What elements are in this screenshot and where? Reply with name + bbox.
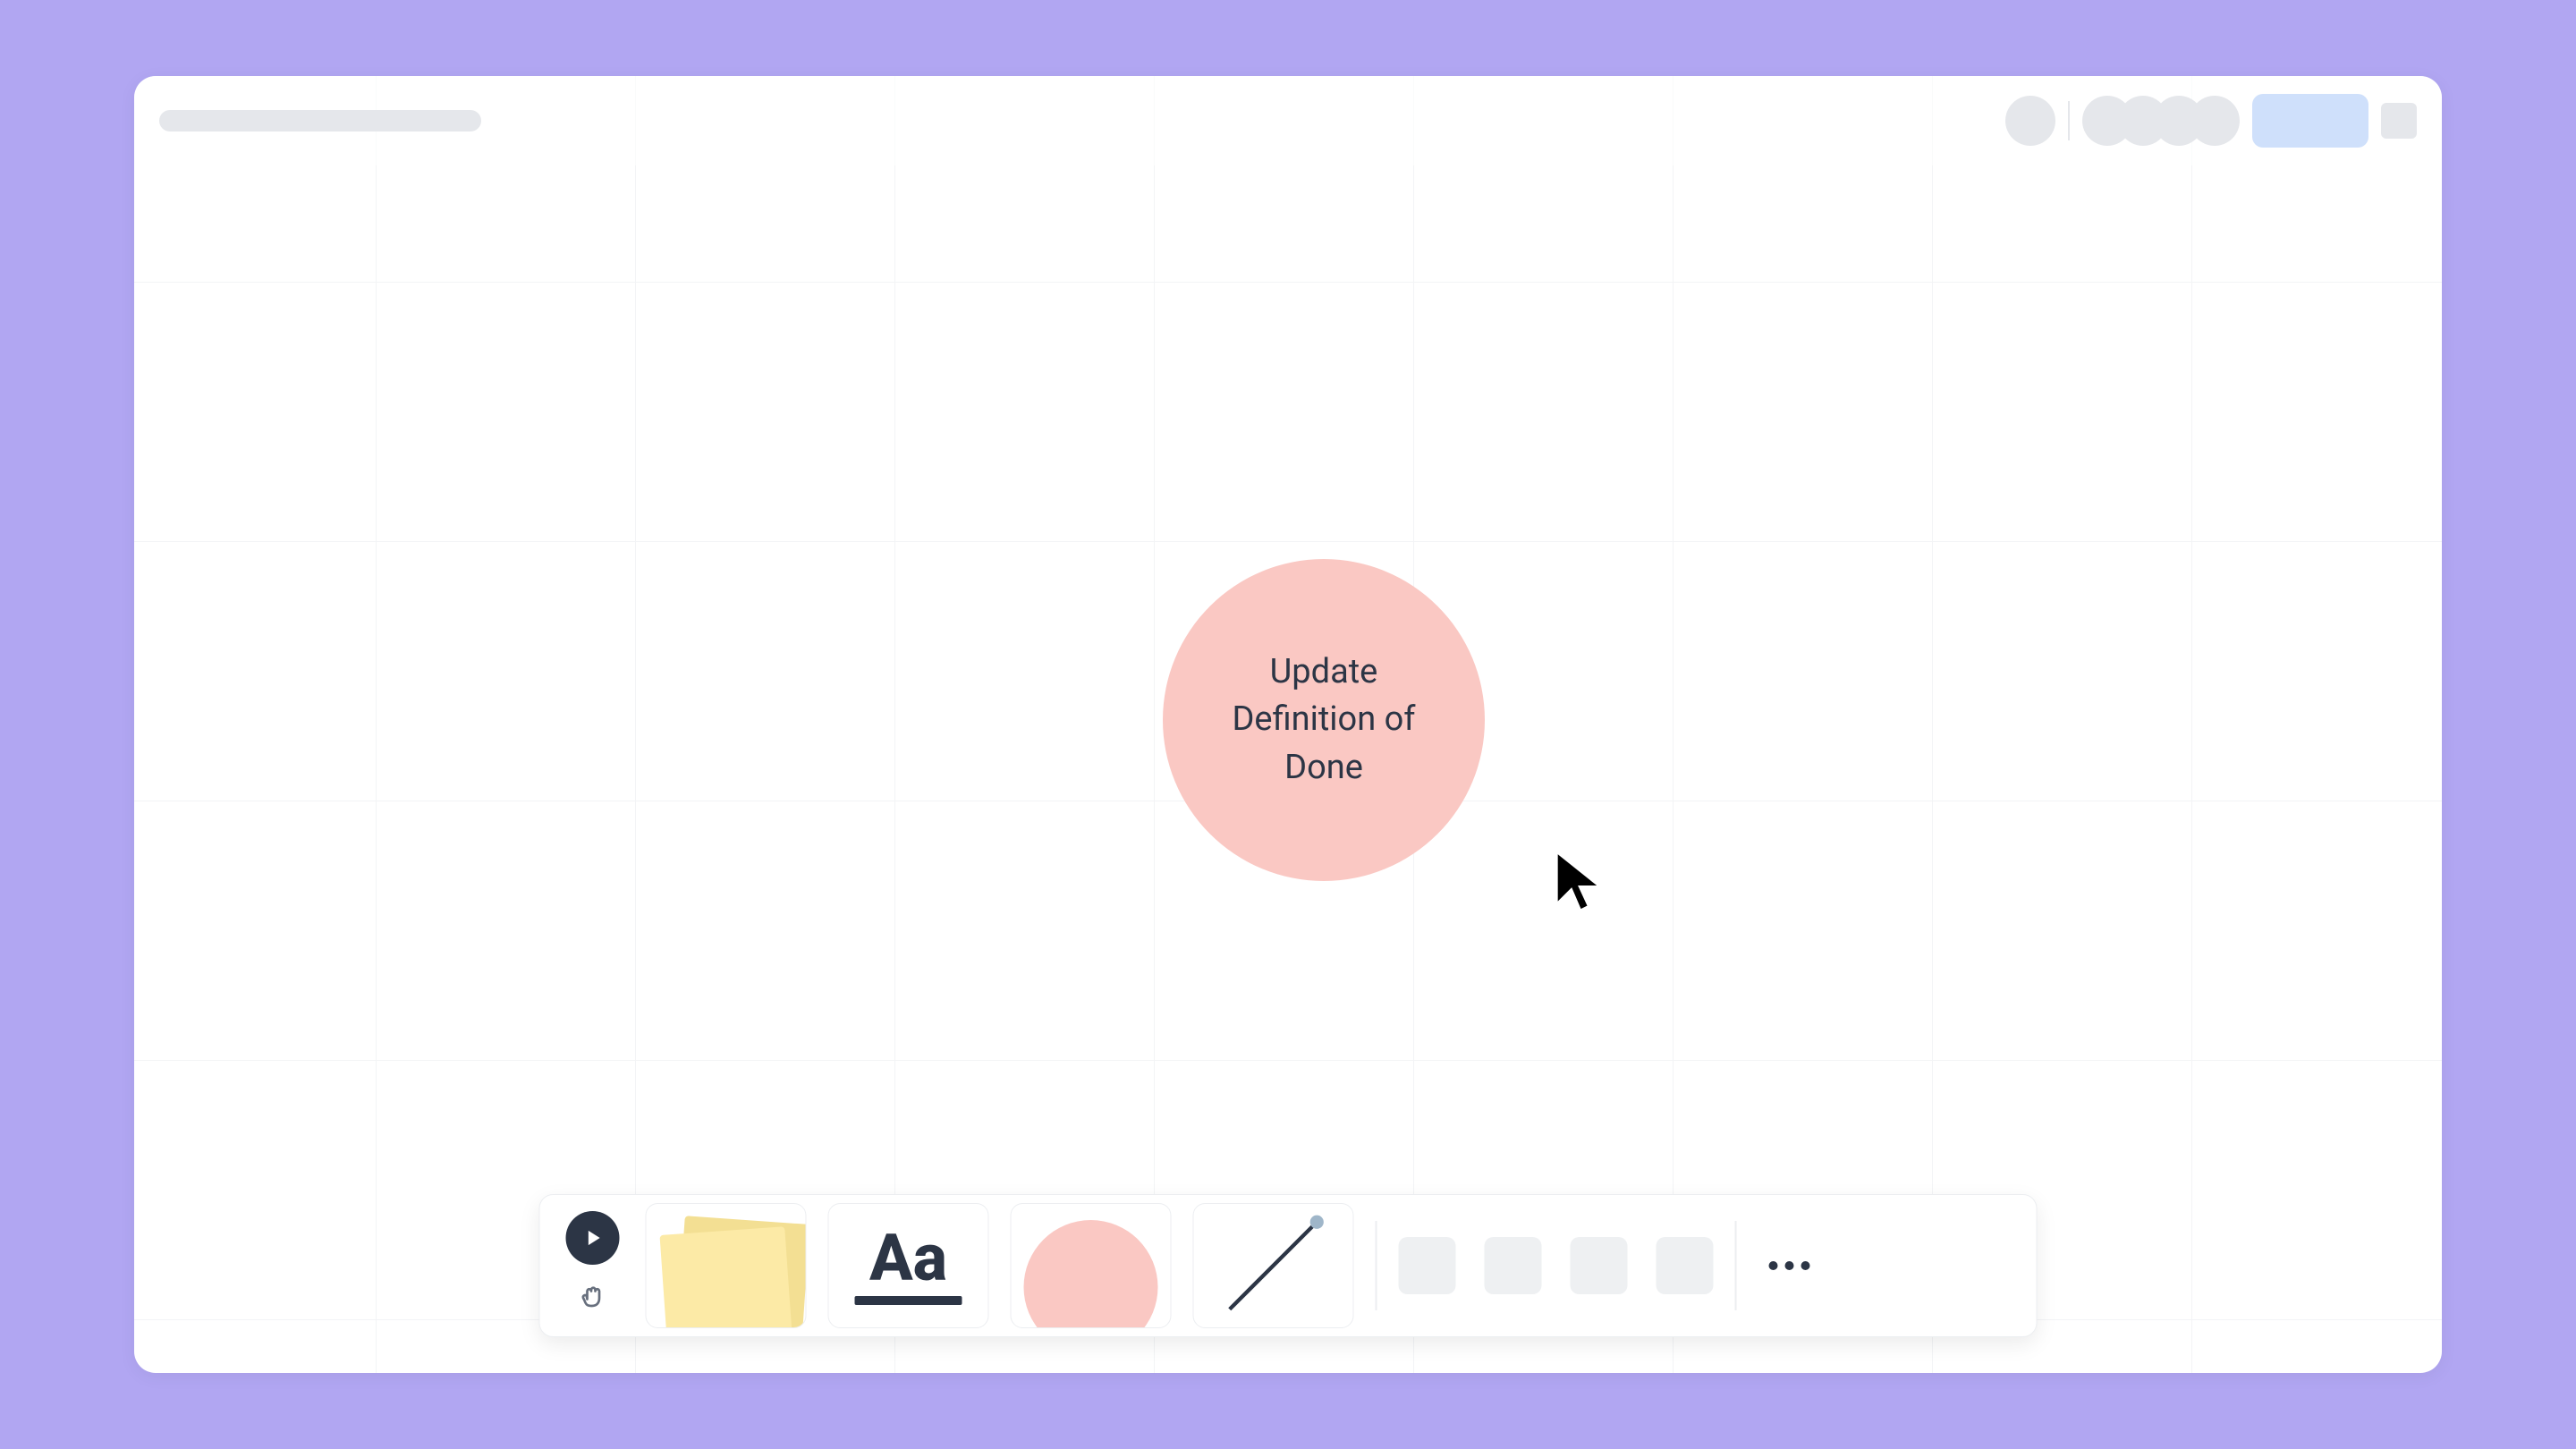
tool-placeholder[interactable] [1657, 1237, 1714, 1294]
cursor-icon [1547, 845, 1619, 917]
divider [2068, 101, 2070, 140]
text-tool-icon: Aa [829, 1204, 988, 1327]
toolbar-divider [1376, 1221, 1377, 1310]
collaborator-avatars[interactable] [2082, 96, 2240, 146]
sticky-note-tool[interactable] [646, 1203, 807, 1328]
tool-placeholder[interactable] [1571, 1237, 1628, 1294]
pan-hand-button[interactable] [571, 1275, 615, 1320]
connector-tool[interactable] [1193, 1203, 1354, 1328]
dots-icon [1801, 1261, 1810, 1270]
dots-icon [1769, 1261, 1778, 1270]
shape-text: Update Definition of Done [1199, 648, 1449, 792]
shape-tool[interactable] [1011, 1203, 1172, 1328]
pointer-mode-group [562, 1211, 624, 1320]
toolbar-divider [1735, 1221, 1737, 1310]
text-glyph: Aa [869, 1226, 947, 1291]
current-user-avatar[interactable] [2005, 96, 2055, 146]
bottom-toolbar: Aa [539, 1194, 2038, 1337]
shape-tool-icon [1012, 1204, 1171, 1327]
present-button[interactable] [566, 1211, 620, 1265]
tool-placeholder[interactable] [1399, 1237, 1456, 1294]
dots-icon [1785, 1261, 1794, 1270]
avatar[interactable] [2190, 96, 2240, 146]
board-title-placeholder[interactable] [159, 110, 481, 131]
sticky-note-icon [655, 1211, 798, 1327]
text-tool[interactable]: Aa [828, 1203, 989, 1328]
canvas-shape-circle[interactable]: Update Definition of Done [1163, 559, 1485, 881]
share-button[interactable] [2252, 94, 2368, 148]
whiteboard-canvas[interactable]: Update Definition of Done [134, 76, 2442, 1373]
toolbar-extras [1399, 1237, 1714, 1294]
connector-icon [1194, 1204, 1353, 1327]
header-menu-button[interactable] [2381, 103, 2417, 139]
app-header [134, 76, 2442, 165]
more-tools-button[interactable] [1758, 1261, 1821, 1270]
header-actions [2005, 94, 2417, 148]
tool-placeholder[interactable] [1485, 1237, 1542, 1294]
